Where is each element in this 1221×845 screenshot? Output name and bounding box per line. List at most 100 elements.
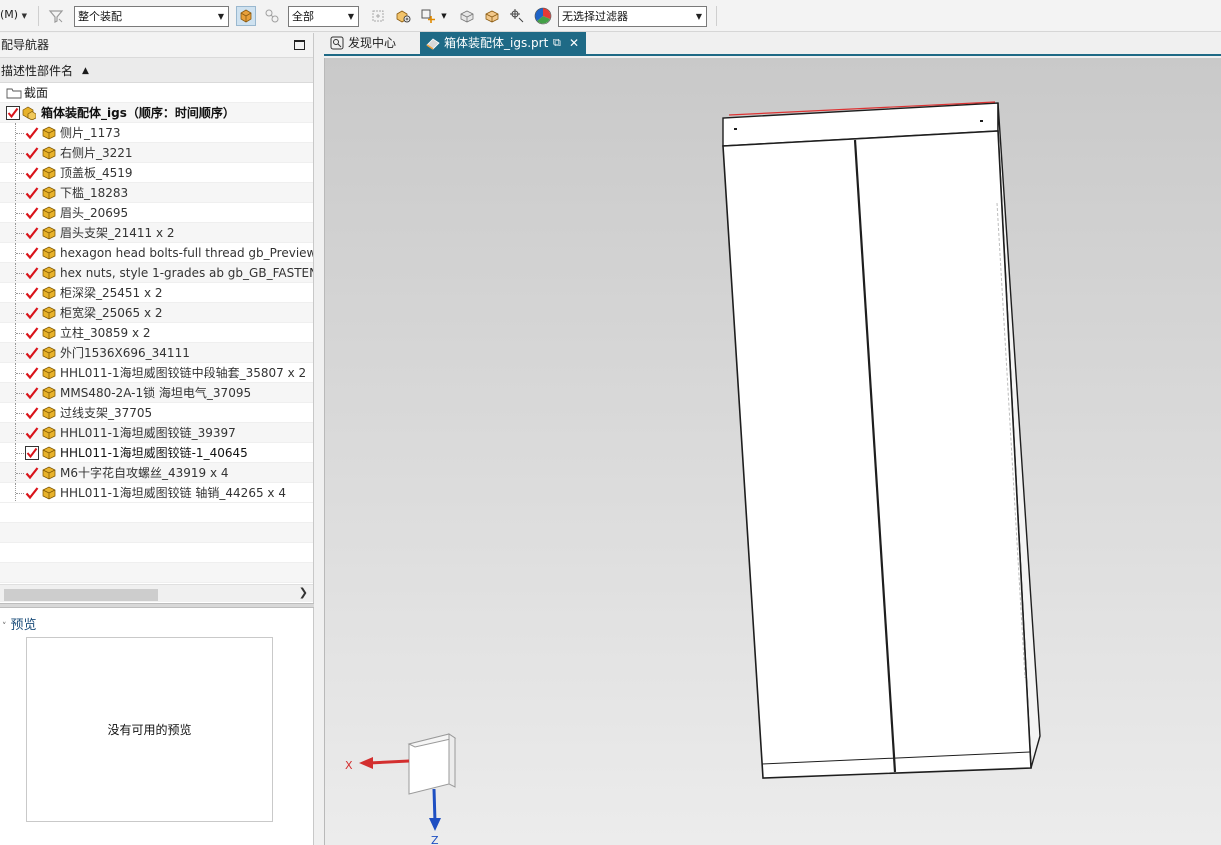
- tree-item-label: 立柱_30859 x 2: [60, 326, 151, 340]
- type-filter-select[interactable]: 全部 ▼: [288, 6, 359, 27]
- pin-icon[interactable]: ⧉: [553, 32, 561, 54]
- chevron-right-icon[interactable]: ❯: [299, 586, 308, 599]
- maximize-icon[interactable]: [294, 40, 305, 50]
- check-red-icon[interactable]: [25, 366, 39, 380]
- check-red-icon[interactable]: [25, 426, 39, 440]
- preview-header[interactable]: ˅ 预览: [2, 614, 37, 633]
- column-header[interactable]: 描述性部件名 ▲: [0, 57, 313, 83]
- tree-item-row[interactable]: HHL011-1海坦威图铰链-1_40645: [0, 443, 313, 463]
- scrollbar-thumb[interactable]: [4, 589, 158, 601]
- tree-item-row[interactable]: HHL011-1海坦威图铰链 轴销_44265 x 4: [0, 483, 313, 503]
- check-red-icon[interactable]: [25, 326, 39, 340]
- tree-section-label: 截面: [24, 86, 49, 100]
- component-icon: [42, 426, 56, 440]
- add-component-icon[interactable]: [393, 6, 413, 26]
- check-red-icon[interactable]: [25, 166, 39, 180]
- menu-dropdown[interactable]: (M) ▼: [0, 8, 27, 21]
- check-red-icon[interactable]: [25, 306, 39, 320]
- tree-item-label: 右侧片_3221: [60, 146, 133, 160]
- assembly-link-icon[interactable]: [262, 6, 282, 26]
- assembly-navigator: 配导航器 描述性部件名 ▲ 截面 箱体装配体_igs（顺序：时间顺序） 侧片_1…: [0, 33, 314, 603]
- tree-item-row[interactable]: MMS480-2A-1锁 海坦电气_37095: [0, 383, 313, 403]
- tree-item-row[interactable]: 立柱_30859 x 2: [0, 323, 313, 343]
- component-icon: [42, 466, 56, 480]
- tree-item-label: 侧片_1173: [60, 126, 121, 140]
- check-red-icon[interactable]: [25, 226, 39, 240]
- component-icon: [42, 286, 56, 300]
- navigator-title-bar: 配导航器: [0, 33, 313, 57]
- body-icon[interactable]: [457, 6, 477, 26]
- preview-empty-message: 没有可用的预览: [107, 723, 192, 737]
- check-red-icon[interactable]: [25, 406, 39, 420]
- model-canvas[interactable]: X Z: [325, 58, 1221, 845]
- z-axis-label: Z: [431, 834, 439, 845]
- check-red-icon[interactable]: [25, 246, 39, 260]
- tab-discover-center[interactable]: 发现中心: [324, 32, 416, 54]
- toolbar-divider: [716, 6, 717, 26]
- tree-item-row[interactable]: HHL011-1海坦威图铰链中段轴套_35807 x 2: [0, 363, 313, 383]
- color-wheel-icon[interactable]: [533, 6, 553, 26]
- component-selection-icon[interactable]: [236, 6, 256, 26]
- tree-guide-line: [16, 433, 24, 434]
- component-icon: [42, 486, 56, 500]
- check-red-icon[interactable]: [25, 186, 39, 200]
- tree-guide-line: [16, 153, 24, 154]
- tree-item-row[interactable]: HHL011-1海坦威图铰链_39397: [0, 423, 313, 443]
- measure-icon[interactable]: [507, 6, 527, 26]
- tree-guide-line: [16, 493, 24, 494]
- selection-filter-select[interactable]: 无选择过滤器 ▼: [558, 6, 707, 27]
- chevron-down-icon[interactable]: ▼: [438, 6, 450, 26]
- preview-title: 预览: [10, 618, 37, 633]
- tree-item-row[interactable]: hex nuts, style 1-grades ab gb_GB_FASTEN…: [0, 263, 313, 283]
- check-red-icon[interactable]: [25, 486, 39, 500]
- graphics-viewport[interactable]: X Z: [324, 58, 1221, 845]
- tree-item-row[interactable]: 外门1536X696_34111: [0, 343, 313, 363]
- tree-item-row[interactable]: 顶盖板_4519: [0, 163, 313, 183]
- tree-item-row[interactable]: 下槛_18283: [0, 183, 313, 203]
- assembly-scope-select[interactable]: 整个装配 ▼: [74, 6, 229, 27]
- tree-item-row[interactable]: 侧片_1173: [0, 123, 313, 143]
- tree-item-row[interactable]: 柜宽梁_25065 x 2: [0, 303, 313, 323]
- component-icon: [42, 346, 56, 360]
- tree-guide-line: [16, 233, 24, 234]
- check-red-icon[interactable]: [25, 466, 39, 480]
- tree-item-row[interactable]: 眉头_20695: [0, 203, 313, 223]
- tree-guide-line: [16, 313, 24, 314]
- close-icon[interactable]: ✕: [569, 32, 579, 54]
- tree-item-row[interactable]: hexagon head bolts-full thread gb_Previe…: [0, 243, 313, 263]
- filter-funnel-icon[interactable]: [46, 6, 66, 26]
- toolbar-divider: [38, 6, 39, 26]
- tree-item-row[interactable]: 柜深梁_25451 x 2: [0, 283, 313, 303]
- empty-row: [0, 563, 313, 583]
- checkbox-checked-icon[interactable]: [6, 106, 20, 120]
- select-all-icon[interactable]: [368, 6, 388, 26]
- tree-item-row[interactable]: 眉头支架_21411 x 2: [0, 223, 313, 243]
- tree-item-row[interactable]: 过线支架_37705: [0, 403, 313, 423]
- tree-item-row[interactable]: 右侧片_3221: [0, 143, 313, 163]
- tree-root-row[interactable]: 箱体装配体_igs（顺序：时间顺序）: [0, 103, 313, 123]
- check-red-icon[interactable]: [25, 146, 39, 160]
- tab-active-part[interactable]: 箱体装配体_igs.prt ⧉ ✕: [420, 32, 586, 54]
- horizontal-scrollbar[interactable]: ❯: [0, 584, 313, 602]
- tree-item-label: 顶盖板_4519: [60, 166, 133, 180]
- check-red-icon[interactable]: [25, 266, 39, 280]
- check-red-icon[interactable]: [25, 346, 39, 360]
- solid-body-icon[interactable]: [482, 6, 502, 26]
- discover-icon: [330, 36, 344, 50]
- tree-item-row[interactable]: M6十字花自攻螺丝_43919 x 4: [0, 463, 313, 483]
- snap-point-icon[interactable]: [418, 6, 438, 26]
- collapse-icon[interactable]: ˅: [2, 622, 7, 632]
- check-red-icon[interactable]: [25, 286, 39, 300]
- tree-section-row[interactable]: 截面: [0, 83, 313, 103]
- tree-item-label: 柜深梁_25451 x 2: [60, 286, 163, 300]
- check-red-icon[interactable]: [25, 126, 39, 140]
- component-icon: [42, 406, 56, 420]
- tree-item-label: 眉头支架_21411 x 2: [60, 226, 175, 240]
- tree-item-label: HHL011-1海坦威图铰链-1_40645: [60, 446, 248, 460]
- check-red-icon[interactable]: [25, 206, 39, 220]
- tree-guide-line: [16, 473, 24, 474]
- check-red-icon[interactable]: [25, 386, 39, 400]
- cabinet-model[interactable]: [722, 101, 1041, 779]
- view-triad[interactable]: X Z: [345, 733, 457, 845]
- checkbox-checked-icon[interactable]: [25, 446, 39, 460]
